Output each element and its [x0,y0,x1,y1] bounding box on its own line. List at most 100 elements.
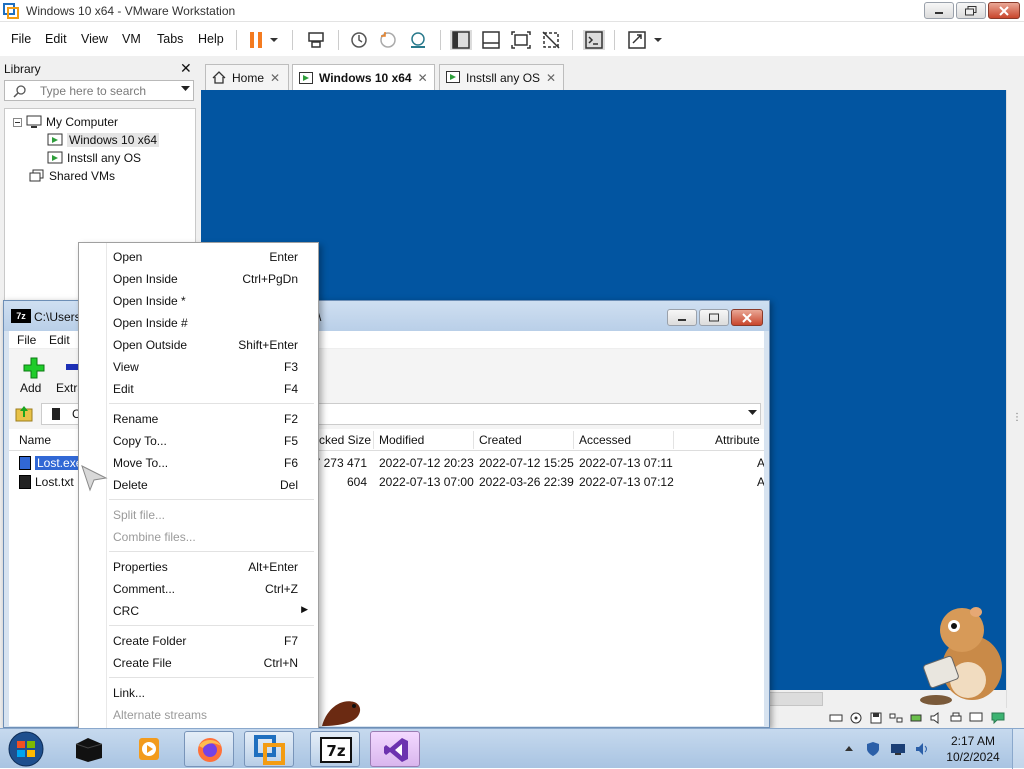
menu-item-open-inside-hash[interactable]: Open Inside # [79,311,318,333]
close-tab-icon[interactable]: ✕ [270,71,280,85]
7zip-maximize-button[interactable] [699,309,729,326]
menu-item-link[interactable]: Link... [79,681,318,703]
thumbnail-bar-icon[interactable] [480,30,502,50]
chevron-down-icon[interactable] [268,30,280,50]
close-library-icon[interactable]: ✕ [180,60,192,77]
menu-item-create-folder[interactable]: Create Folder F7 [79,629,318,651]
menu-bar: File Edit View VM Tabs Help [0,22,1024,56]
menu-item-shortcut: Shift+Enter [238,338,298,352]
taskbar-visual-studio[interactable] [370,731,420,767]
col-accessed[interactable]: Accessed [579,433,631,447]
taskbar-firefox[interactable] [184,731,234,767]
menu-item-create-file[interactable]: Create File Ctrl+N [79,651,318,673]
taskbar-black-box-app[interactable] [64,731,114,767]
menu-item-comment[interactable]: Comment... Ctrl+Z [79,577,318,599]
title-bar[interactable]: Windows 10 x64 - VMware Workstation [0,0,1024,22]
add-plus-icon[interactable] [23,357,45,379]
toolbar-separator [572,30,573,50]
menu-view[interactable]: View [81,32,108,46]
console-view-icon[interactable] [583,30,605,50]
start-orb-icon[interactable] [6,730,46,768]
library-search-input[interactable]: Type here to search [4,80,194,101]
up-folder-icon[interactable] [15,404,33,422]
printer-icon[interactable] [949,712,963,724]
menu-item-rename[interactable]: Rename F2 [79,407,318,429]
cd-drive-icon[interactable] [849,712,863,724]
col-packed-size[interactable]: cked Size [319,433,371,447]
menu-item-open[interactable]: Open Enter [79,245,318,267]
menu-item-delete[interactable]: Delete Del [79,473,318,495]
col-created[interactable]: Created [479,433,522,447]
restore-button[interactable] [956,2,986,19]
menu-item-view[interactable]: View F3 [79,355,318,377]
show-desktop-button[interactable] [1012,729,1024,769]
menu-item-edit[interactable]: Edit F4 [79,377,318,399]
menu-item-move-to[interactable]: Move To... F6 [79,451,318,473]
tab-windows-10[interactable]: Windows 10 x64 ✕ [292,64,435,91]
7zip-minimize-button[interactable] [667,309,697,326]
snapshot-icon[interactable] [348,30,370,50]
menu-item-open-outside[interactable]: Open Outside Shift+Enter [79,333,318,355]
tab-install-any-os[interactable]: Instsll any OS ✕ [439,64,564,90]
add-button-label[interactable]: Add [20,381,41,395]
tab-label: Home [232,70,265,85]
message-log-icon[interactable] [991,712,1005,724]
hamster-desktop-pet[interactable] [916,600,1012,706]
menu-item-label: Open Outside [113,338,188,352]
7zip-menu-edit[interactable]: Edit [49,333,70,347]
tab-home[interactable]: Home ✕ [205,64,289,90]
usb-icon[interactable] [909,712,923,724]
chevron-down-icon[interactable] [652,30,664,50]
7zip-close-button[interactable] [731,309,763,326]
tree-item-shared-vms[interactable]: Shared VMs [29,169,115,183]
col-modified[interactable]: Modified [379,433,424,447]
minimize-button[interactable] [924,2,954,19]
network-monitor-icon[interactable] [890,742,906,756]
menu-item-open-inside-star[interactable]: Open Inside * [79,289,318,311]
tree-item-my-computer[interactable]: My Computer [13,115,118,129]
chevron-down-icon[interactable] [181,86,190,92]
menu-item-crc[interactable]: CRC ▶ [79,599,318,621]
hard-disk-icon[interactable] [829,712,843,724]
pause-icon[interactable] [246,30,268,50]
send-ctrl-alt-del-icon[interactable] [305,30,327,50]
menu-file[interactable]: File [11,32,31,46]
show-hidden-icons-icon[interactable] [844,743,854,753]
taskbar-7zip[interactable]: 7z [310,731,360,767]
volume-icon[interactable] [914,741,930,757]
show-library-icon[interactable] [450,30,472,50]
7zip-menu-file[interactable]: File [17,333,36,347]
taskbar-vmware[interactable] [244,731,294,767]
col-attributes[interactable]: Attribute [715,433,760,447]
close-tab-icon[interactable]: ✕ [418,71,428,85]
network-icon[interactable] [889,712,903,724]
sound-icon[interactable] [929,712,943,724]
tree-item-windows-10[interactable]: Windows 10 x64 [47,133,160,147]
taskbar-clock[interactable]: 2:17 AM 10/2/2024 [938,733,1008,765]
menu-item-copy-to[interactable]: Copy To... F5 [79,429,318,451]
menu-item-open-inside[interactable]: Open Inside Ctrl+PgDn [79,267,318,289]
bird-desktop-pet[interactable] [318,696,366,728]
display-icon[interactable] [969,712,983,724]
menu-vm[interactable]: VM [122,32,141,46]
scrollbar-thumb[interactable] [769,692,823,706]
unity-icon[interactable] [540,30,562,50]
menu-tabs[interactable]: Tabs [157,32,183,46]
full-screen-icon[interactable] [510,30,532,50]
menu-item-split-file: Split file... [79,503,318,525]
collapse-icon[interactable] [13,117,22,127]
floppy-icon[interactable] [869,712,883,724]
stretch-guest-icon[interactable] [626,30,648,50]
close-button[interactable] [988,2,1020,19]
taskbar-media-player[interactable] [124,731,174,767]
menu-item-properties[interactable]: Properties Alt+Enter [79,555,318,577]
security-shield-icon[interactable] [866,741,880,757]
col-name[interactable]: Name [19,433,51,447]
snapshot-manager-icon[interactable] [407,30,429,50]
revert-snapshot-icon[interactable] [377,30,399,50]
tree-item-install-any-os[interactable]: Instsll any OS [47,151,141,165]
chevron-down-icon[interactable] [748,410,757,416]
menu-help[interactable]: Help [198,32,224,46]
close-tab-icon[interactable]: ✕ [546,71,556,85]
menu-edit[interactable]: Edit [45,32,67,46]
